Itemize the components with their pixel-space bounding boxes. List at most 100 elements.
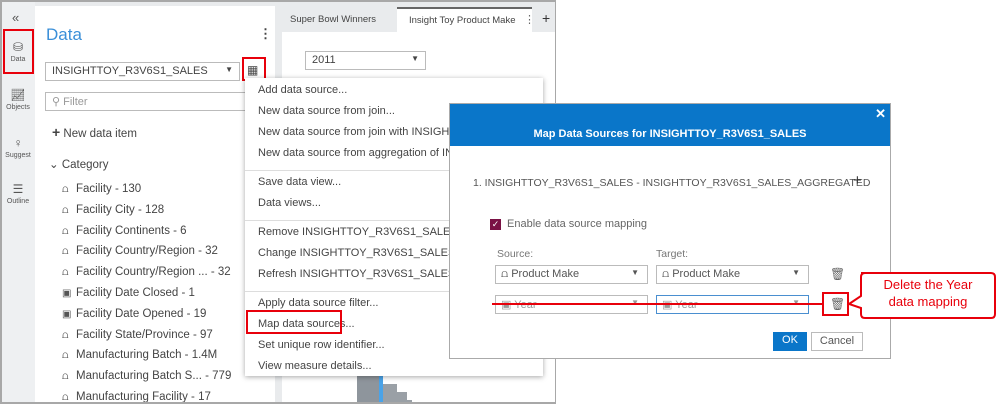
category-icon: ⩍ [62, 371, 69, 383]
menu-item[interactable]: Save data view... [258, 176, 341, 188]
category-icon: ⩍ [662, 268, 673, 280]
category-icon: ⩍ [62, 204, 69, 216]
calendar-icon: ▣ [662, 299, 676, 311]
dropdown-icon: ▼ [411, 54, 419, 63]
ok-button[interactable]: OK [773, 332, 807, 351]
collapse-icon[interactable]: « [12, 10, 19, 25]
year-select[interactable]: 2011 ▼ [305, 51, 426, 70]
data-item-label: Facility - 130 [76, 183, 142, 195]
target-value: Product Make [672, 268, 741, 280]
category-icon: ⩍ [62, 392, 69, 403]
data-item-label: Facility Country/Region ... - 32 [76, 266, 231, 279]
data-item[interactable]: ▣ Facility Date Opened - 19 [62, 308, 206, 320]
annotation-highlight-data [3, 29, 34, 74]
category-icon: ⩍ [62, 225, 69, 237]
target-label: Target: [656, 248, 689, 260]
category-icon: ⩍ [62, 329, 69, 341]
data-item[interactable]: ⩍ Facility - 130 [62, 183, 141, 195]
category-icon: ⩍ [62, 246, 69, 258]
data-item[interactable]: ⩍ Facility State/Province - 97 [62, 329, 213, 341]
category-icon: ⩍ [501, 268, 512, 280]
category-icon: ⩍ [62, 350, 69, 362]
calendar-icon: ▣ [501, 299, 515, 311]
menu-item[interactable]: New data source from join... [258, 105, 395, 117]
category-icon: ⩍ [62, 267, 69, 279]
category-group[interactable]: ⌄ Category [49, 157, 109, 171]
annotation-strike-line [492, 303, 822, 305]
target-select-product-make[interactable]: ⩍ Product Make ▼ [656, 265, 809, 284]
data-item[interactable]: ⩍ Facility Country/Region - 32 [62, 245, 218, 257]
dropdown-icon: ▼ [792, 268, 800, 277]
data-item[interactable]: ⩍ Facility Country/Region ... - 32 [62, 266, 231, 278]
rail-label: Outline [6, 198, 30, 205]
target-value: Year [675, 299, 698, 311]
filter-placeholder: Filter [63, 96, 88, 108]
tab-insight-toy-product-make[interactable]: Insight Toy Product Make [397, 7, 532, 32]
data-item[interactable]: ⩍ Manufacturing Batch - 1.4M [62, 349, 217, 361]
rail-item-objects[interactable]: 📈︎ Objects [3, 88, 33, 111]
data-item[interactable]: ▣ Facility Date Closed - 1 [62, 287, 195, 299]
enable-mapping-label: Enable data source mapping [507, 218, 648, 230]
lightbulb-icon: ♀ [13, 136, 23, 150]
menu-item[interactable]: Apply data source filter... [258, 297, 378, 309]
trash-icon[interactable]: 🗑︎ [830, 267, 845, 281]
rail-label: Suggest [5, 152, 31, 159]
chart-icon: 📈︎ [10, 88, 26, 102]
source-label: Source: [497, 248, 534, 260]
close-icon[interactable]: ✕ [875, 106, 886, 122]
calendar-icon: ▣ [62, 308, 72, 320]
data-item-label: Manufacturing Facility - 17 [76, 391, 211, 403]
add-mapping-icon[interactable]: + [853, 172, 862, 189]
data-item[interactable]: ⩍ Facility City - 128 [62, 204, 164, 216]
dialog-header: Map Data Sources for INSIGHTTOY_R3V6S1_S… [450, 104, 890, 146]
callout-line: Delete the Year [883, 277, 973, 292]
tab-label: Insight Toy Product Make [409, 15, 516, 26]
mapping-title: 1. INSIGHTTOY_R3V6S1_SALES - INSIGHTTOY_… [473, 177, 871, 189]
new-data-item-button[interactable]: + New data item [52, 124, 137, 140]
add-tab-icon[interactable]: + [542, 10, 550, 26]
data-item-label: Manufacturing Batch - 1.4M [76, 349, 218, 362]
year-value: 2011 [312, 54, 336, 66]
source-select-product-make[interactable]: ⩍ Product Make ▼ [495, 265, 648, 284]
data-panel: Data ⋮ INSIGHTTOY_R3V6S1_SALES ▼ ▦ ⚲ Filt… [35, 6, 275, 403]
calendar-icon: ▣ [62, 288, 72, 299]
source-value: Product Make [511, 268, 580, 280]
kebab-icon[interactable]: ⋮ [259, 26, 272, 42]
dropdown-icon: ▼ [631, 268, 639, 277]
data-item-label: Facility Date Opened - 19 [76, 307, 207, 320]
new-data-item-label: New data item [63, 128, 137, 140]
menu-item[interactable]: View measure details... [258, 360, 372, 372]
data-source-value: INSIGHTTOY_R3V6S1_SALES [52, 65, 208, 77]
data-item[interactable]: ⩍ Manufacturing Facility - 17 [62, 391, 211, 403]
menu-item[interactable]: Add data source... [258, 84, 347, 96]
data-item-label: Facility Date Closed - 1 [76, 287, 195, 299]
data-item-label: Manufacturing Batch S... - 779 [76, 370, 232, 383]
dialog-title: Map Data Sources for INSIGHTTOY_R3V6S1_S… [533, 128, 807, 140]
map-data-sources-dialog: Map Data Sources for INSIGHTTOY_R3V6S1_S… [449, 103, 891, 359]
rail-item-suggest[interactable]: ♀ Suggest [3, 136, 33, 159]
data-item[interactable]: ⩍ Facility Continents - 6 [62, 225, 187, 237]
tab-super-bowl-winners[interactable]: Super Bowl Winners [290, 14, 376, 25]
rail-item-outline[interactable]: ☰ Outline [3, 182, 33, 205]
bar-chart-fragment [357, 376, 412, 402]
menu-item[interactable]: Remove INSIGHTTOY_R3V6S1_SALES [258, 226, 458, 238]
data-item[interactable]: ⩍ Manufacturing Batch S... - 779 [62, 370, 231, 382]
cancel-button[interactable]: Cancel [811, 332, 863, 351]
menu-item[interactable]: Set unique row identifier... [258, 339, 385, 351]
menu-item[interactable]: Change INSIGHTTOY_R3V6S1_SALES... [258, 247, 464, 259]
annotation-highlight-map [246, 310, 342, 334]
callout-line: data mapping [888, 294, 968, 309]
category-label: Category [61, 159, 109, 171]
data-item-label: Facility City - 128 [76, 203, 165, 216]
rail-label: Objects [6, 104, 30, 111]
data-item-label: Facility Continents - 6 [76, 224, 187, 237]
menu-item[interactable]: Data views... [258, 197, 321, 209]
dropdown-icon: ▼ [225, 65, 233, 74]
menu-item[interactable]: Refresh INSIGHTTOY_R3V6S1_SALES [258, 268, 455, 280]
annotation-callout-text: Delete the Year data mapping [861, 276, 995, 310]
tab-kebab-icon[interactable]: ⋮ [524, 13, 535, 26]
list-icon: ☰ [12, 182, 24, 196]
filter-input[interactable]: ⚲ Filter [45, 92, 268, 111]
data-source-select[interactable]: INSIGHTTOY_R3V6S1_SALES ▼ [45, 62, 240, 81]
enable-mapping-checkbox[interactable]: ✓ [490, 219, 501, 230]
